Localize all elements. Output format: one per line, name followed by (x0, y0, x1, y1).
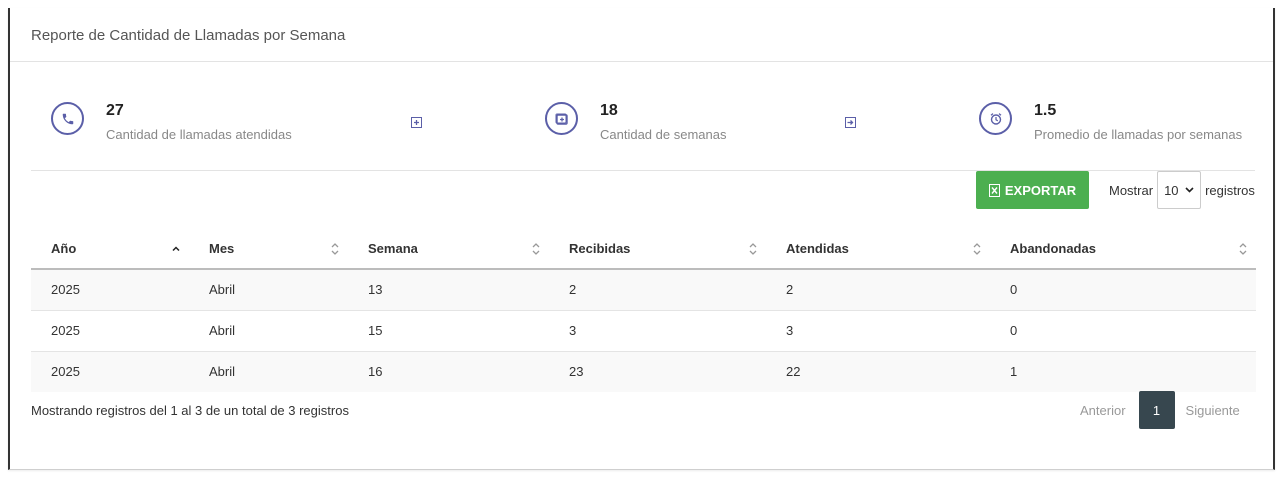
sort-ascending-icon (172, 245, 180, 251)
stat-value: 1.5 (1034, 102, 1057, 119)
cell-month: Abril (189, 350, 348, 392)
column-header-received[interactable]: Recibidas (549, 229, 766, 270)
stat-weeks: 18 Cantidad de semanas (545, 102, 845, 152)
card-header: Reporte de Cantidad de Llamadas por Sema… (10, 8, 1273, 62)
sort-icon (532, 242, 540, 255)
stat-answered-calls: 27 Cantidad de llamadas atendidas (51, 102, 351, 152)
export-button[interactable]: EXPORTAR (976, 171, 1089, 209)
stat-average: 1.5 Promedio de llamadas por semanas (979, 102, 1259, 152)
column-header-abandoned[interactable]: Abandonadas (990, 229, 1256, 270)
cell-year: 2025 (31, 309, 189, 351)
cell-year: 2025 (31, 269, 189, 310)
column-label: Mes (209, 241, 235, 256)
sort-icon (1239, 242, 1247, 255)
table-info: Mostrando registros del 1 al 3 de un tot… (31, 403, 349, 418)
table-header-row: Año Mes Semana Recibidas Atendidas Aband… (31, 229, 1256, 270)
page-length-control: Mostrar 10 registros (1109, 171, 1255, 209)
page-1-button[interactable]: 1 (1138, 391, 1175, 429)
cell-month: Abril (189, 309, 348, 351)
column-header-week[interactable]: Semana (348, 229, 549, 270)
table-row: 2025 Abril 15 3 3 0 (31, 309, 1256, 351)
export-label: EXPORTAR (1004, 182, 1077, 198)
cell-answered: 22 (766, 350, 990, 392)
previous-page-button[interactable]: Anterior (1080, 403, 1126, 418)
report-card: Reporte de Cantidad de Llamadas por Sema… (8, 8, 1275, 470)
stat-label: Cantidad de semanas (600, 127, 727, 142)
stat-label: Cantidad de llamadas atendidas (106, 127, 292, 142)
cell-abandoned: 0 (990, 269, 1256, 310)
stat-label: Promedio de llamadas por semanas (1034, 127, 1243, 142)
sort-icon (973, 242, 981, 255)
cell-abandoned: 0 (990, 309, 1256, 351)
cell-week: 15 (348, 309, 549, 351)
column-header-month[interactable]: Mes (189, 229, 348, 270)
show-label: Mostrar (1109, 182, 1154, 198)
column-label: Atendidas (786, 241, 849, 256)
cell-answered: 3 (766, 309, 990, 351)
column-label: Recibidas (569, 241, 631, 256)
cell-received: 2 (549, 269, 766, 310)
next-page-button[interactable]: Siguiente (1186, 403, 1240, 418)
page-length-select[interactable]: 10 (1157, 171, 1202, 209)
page-length-value: 10 (1164, 182, 1179, 198)
phone-icon (51, 102, 84, 135)
cell-received: 3 (549, 309, 766, 351)
records-label: registros (1205, 182, 1255, 198)
sort-icon (749, 242, 757, 255)
table-row: 2025 Abril 13 2 2 0 (31, 269, 1256, 310)
cell-received: 23 (549, 350, 766, 392)
alarm-clock-icon (979, 102, 1012, 135)
column-label: Año (51, 241, 77, 256)
cell-week: 13 (348, 269, 549, 310)
table-row: 2025 Abril 16 23 22 1 (31, 350, 1256, 392)
column-header-year[interactable]: Año (31, 229, 189, 270)
sort-icon (331, 242, 339, 255)
cell-week: 16 (348, 350, 549, 392)
page-title: Reporte de Cantidad de Llamadas por Sema… (31, 27, 346, 44)
cell-month: Abril (189, 269, 348, 310)
excel-file-icon (988, 183, 1000, 197)
chevron-down-icon (1185, 187, 1194, 193)
column-label: Abandonadas (1010, 241, 1096, 256)
expand-icon[interactable] (410, 116, 422, 128)
calendar-icon (545, 102, 578, 135)
enter-icon[interactable] (844, 116, 856, 128)
column-header-answered[interactable]: Atendidas (766, 229, 990, 270)
pagination: Anterior 1 Siguiente (1080, 391, 1240, 429)
cell-year: 2025 (31, 350, 189, 392)
column-label: Semana (368, 241, 418, 256)
cell-abandoned: 1 (990, 350, 1256, 392)
calls-table: Año Mes Semana Recibidas Atendidas Aband… (31, 229, 1256, 392)
stat-value: 18 (600, 102, 618, 119)
stat-value: 27 (106, 102, 124, 119)
cell-answered: 2 (766, 269, 990, 310)
